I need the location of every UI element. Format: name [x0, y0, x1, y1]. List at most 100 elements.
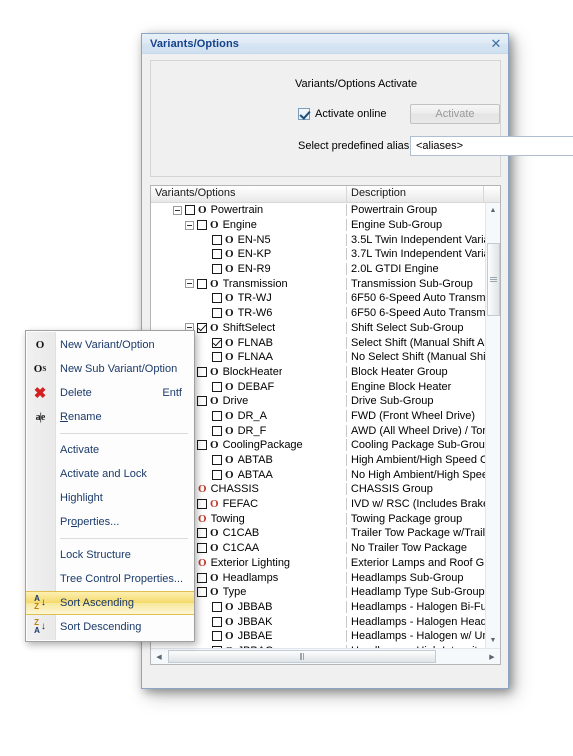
table-row[interactable]: O DR_A FWD (Front Wheel Drive): [151, 409, 500, 424]
tree-node-name-cell[interactable]: O EN-KP: [151, 248, 346, 260]
activate-online-checkbox[interactable]: [298, 108, 310, 120]
scroll-right-icon[interactable]: ▶: [484, 649, 500, 664]
scroll-up-icon[interactable]: ▲: [486, 203, 500, 218]
tree-node-checkbox[interactable]: [212, 616, 222, 627]
tree-node-checkbox[interactable]: [212, 381, 222, 392]
table-row[interactable]: O CoolingPackage Cooling Package Sub-Group: [151, 438, 500, 453]
expander-collapse-icon[interactable]: [185, 220, 194, 230]
table-row[interactable]: OEN-N53.5L Twin Independent Variable Cam: [151, 232, 500, 247]
tree-node-checkbox[interactable]: [212, 601, 222, 612]
menu-item-rename[interactable]: a|e Rename: [26, 405, 194, 429]
tree-node-checkbox[interactable]: [197, 278, 207, 289]
tree-node-checkbox[interactable]: [212, 469, 222, 480]
tree-node-checkbox[interactable]: [212, 410, 222, 421]
vertical-scroll-thumb[interactable]: [487, 243, 500, 316]
table-row[interactable]: O CHASSIS CHASSIS Group: [151, 482, 500, 497]
menu-item-new-sub-variant-option[interactable]: O S New Sub Variant/Option: [26, 357, 194, 381]
tree-node-checkbox[interactable]: [197, 587, 207, 598]
table-row[interactable]: OC1CAB Trailer Tow Package w/Trailer Sway: [151, 526, 500, 541]
tree-node-checkbox[interactable]: [212, 455, 222, 466]
menu-item-new-variant-option[interactable]: O New Variant/Option: [26, 333, 194, 357]
tree-node-checkbox[interactable]: [212, 264, 222, 275]
menu-item-lock-structure[interactable]: Lock Structure: [26, 543, 194, 567]
menu-item-delete[interactable]: ✖ Delete Entf: [26, 381, 194, 405]
tree-node-name-cell[interactable]: O Powertrain: [151, 204, 346, 216]
tree-node-checkbox[interactable]: [197, 396, 207, 407]
table-row[interactable]: O ShiftSelect Shift Select Sub-Group: [151, 321, 500, 336]
table-row[interactable]: O EN-R9 2.0L GTDI Engine: [151, 262, 500, 277]
table-row[interactable]: OABTAB High Ambient/High Speed Cooling Pa: [151, 453, 500, 468]
expander-collapse-icon[interactable]: [173, 205, 182, 215]
menu-item-properties[interactable]: Properties...: [26, 510, 194, 534]
tree-node-checkbox[interactable]: [212, 337, 222, 348]
column-header-name[interactable]: Variants/Options: [151, 186, 347, 202]
tree-context-menu[interactable]: O New Variant/Option O S New Sub Variant/Opt…: [25, 330, 195, 642]
table-row[interactable]: O Towing Towing Package group: [151, 511, 500, 526]
table-row[interactable]: O Engine Engine Sub-Group: [151, 218, 500, 233]
activate-button[interactable]: Activate: [410, 104, 500, 124]
tree-vertical-scrollbar[interactable]: ▲ ▼: [485, 203, 500, 648]
tree-node-checkbox[interactable]: [197, 543, 207, 554]
tree-node-name-cell[interactable]: O Transmission: [151, 278, 346, 290]
menu-item-highlight[interactable]: Highlight: [26, 486, 194, 510]
tree-node-checkbox[interactable]: [212, 631, 222, 642]
table-row[interactable]: O Type Headlamp Type Sub-Group: [151, 585, 500, 600]
table-row[interactable]: O Exterior Lighting Exterior Lamps and Roo…: [151, 556, 500, 571]
table-row[interactable]: O Drive Drive Sub-Group: [151, 394, 500, 409]
tree-node-checkbox[interactable]: [212, 352, 222, 363]
tree-node-checkbox[interactable]: [212, 425, 222, 436]
tree-node-checkbox[interactable]: [212, 249, 222, 260]
menu-item-sort-descending[interactable]: Z A ↓ Sort Descending: [26, 615, 194, 639]
table-row[interactable]: OTR-W66F50 6-Speed Auto Transmission (2.…: [151, 306, 500, 321]
table-row[interactable]: OJBBAK Headlamps - Halogen Headlights (Fo…: [151, 614, 500, 629]
tree-node-name-cell[interactable]: O Engine: [151, 219, 346, 231]
tree-rows-container[interactable]: O Powertrain Powertrain Group O Engine Engine…: [151, 203, 500, 648]
table-row[interactable]: O DEBAF Engine Block Heater: [151, 379, 500, 394]
table-row[interactable]: OFLNAB Select Shift (Manual Shift Auto Tr…: [151, 335, 500, 350]
table-row[interactable]: OFEFAC IVD w/ RSC (Includes Brake Actuate: [151, 497, 500, 512]
table-row[interactable]: O Powertrain Powertrain Group: [151, 203, 500, 218]
tree-node-checkbox[interactable]: [197, 322, 207, 333]
tree-node-label: Drive: [222, 395, 249, 408]
table-row[interactable]: O BlockHeater Block Heater Group: [151, 365, 500, 380]
tree-node-checkbox[interactable]: [197, 220, 207, 231]
menu-item-sort-ascending[interactable]: A Z ↓ Sort Ascending: [26, 591, 194, 615]
tree-node-checkbox[interactable]: [197, 440, 207, 451]
scroll-down-icon[interactable]: ▼: [486, 633, 500, 648]
expander-collapse-icon[interactable]: [185, 279, 194, 289]
tree-node-name-cell[interactable]: O EN-R9: [151, 263, 346, 275]
menu-item-label: Delete: [60, 387, 92, 399]
table-row[interactable]: OJBBAB Headlamps - Halogen Bi-Functional …: [151, 600, 500, 615]
tree-node-checkbox[interactable]: [197, 572, 207, 583]
menu-item-activate-and-lock[interactable]: Activate and Lock: [26, 462, 194, 486]
tree-node-checkbox[interactable]: [185, 205, 195, 216]
table-row[interactable]: OJBBAE Headlamps - Halogen w/ Unique App: [151, 629, 500, 644]
tree-node-name-cell[interactable]: O TR-WJ: [151, 292, 346, 304]
horizontal-scroll-thumb[interactable]: [168, 650, 436, 663]
tree-node-name-cell[interactable]: O EN-N5: [151, 234, 346, 246]
table-row[interactable]: OABTAA No High Ambient/High Speed Cooling: [151, 467, 500, 482]
table-row[interactable]: O Headlamps Headlamps Sub-Group: [151, 570, 500, 585]
menu-item-tree-control-properties[interactable]: Tree Control Properties...: [26, 567, 194, 591]
table-row[interactable]: OTR-WJ6F50 6-Speed Auto Transmission (3.…: [151, 291, 500, 306]
tree-node-label: ShiftSelect: [222, 321, 276, 334]
scroll-left-icon[interactable]: ◀: [151, 649, 167, 664]
tree-node-checkbox[interactable]: [212, 234, 222, 245]
option-o-icon: O: [225, 600, 234, 613]
tree-node-name-cell[interactable]: O TR-W6: [151, 307, 346, 319]
tree-node-checkbox[interactable]: [197, 499, 207, 510]
table-row[interactable]: O C1CAA No Trailer Tow Package: [151, 541, 500, 556]
table-row[interactable]: ODR_F AWD (All Wheel Drive) / Torque on D: [151, 423, 500, 438]
tree-node-checkbox[interactable]: [197, 366, 207, 377]
column-header-description[interactable]: Description: [347, 186, 484, 202]
table-row[interactable]: OFLNAA No Select Shift (Manual Shift Auto…: [151, 350, 500, 365]
menu-item-activate[interactable]: Activate: [26, 438, 194, 462]
close-icon[interactable]: ✕: [488, 36, 504, 52]
alias-select[interactable]: <aliases> ▼: [410, 136, 573, 156]
tree-node-checkbox[interactable]: [212, 308, 222, 319]
tree-horizontal-scrollbar[interactable]: ◀ ▶: [151, 648, 500, 664]
table-row[interactable]: O Transmission Transmission Sub-Group: [151, 276, 500, 291]
tree-node-checkbox[interactable]: [197, 528, 207, 539]
tree-node-checkbox[interactable]: [212, 293, 222, 304]
table-row[interactable]: OEN-KP3.7L Twin Independent Variable Cam: [151, 247, 500, 262]
